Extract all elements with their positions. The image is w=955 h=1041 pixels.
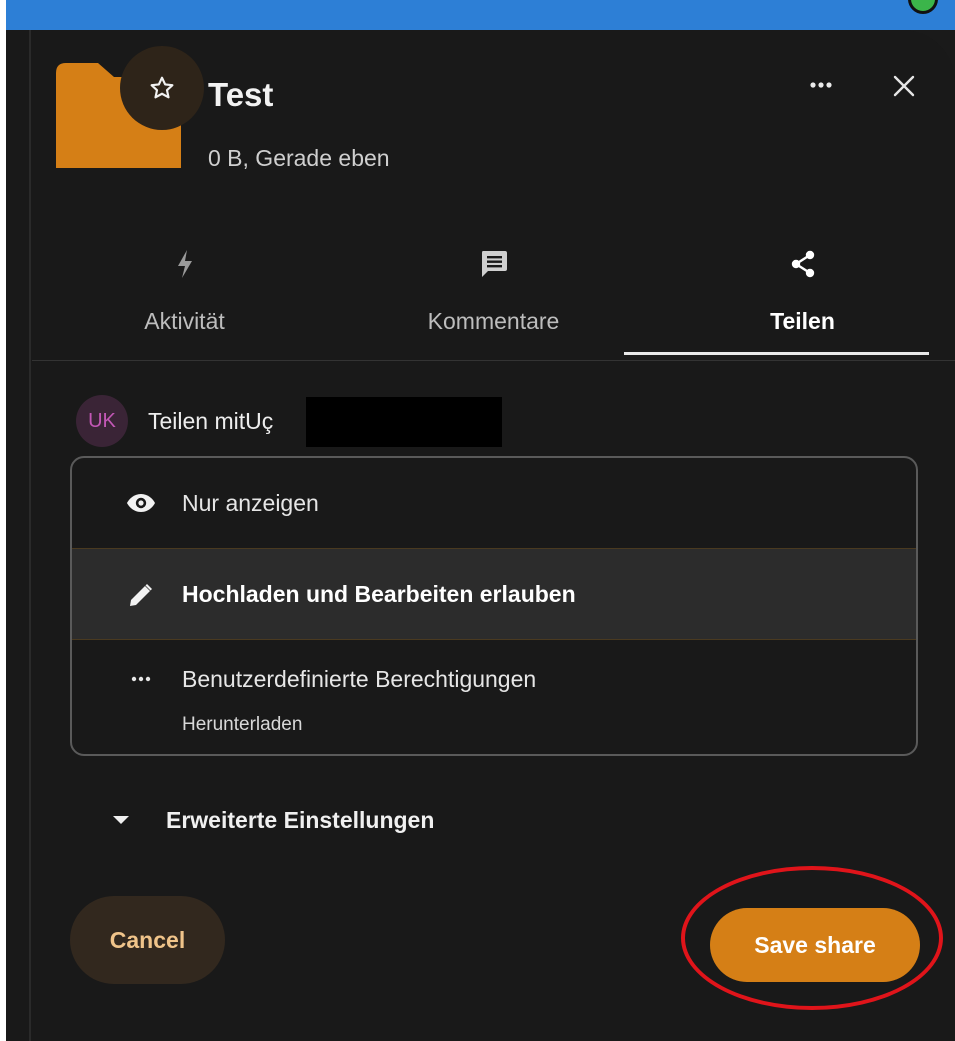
lightning-icon — [177, 250, 192, 278]
tab-sharing[interactable]: Teilen — [650, 235, 955, 360]
close-button[interactable] — [884, 66, 924, 106]
file-meta: 0 B, Gerade eben — [208, 145, 390, 171]
eye-icon — [127, 494, 155, 512]
permission-selector: Nur anzeigen Hochladen und Bearbeiten er… — [70, 456, 918, 756]
caret-down-icon — [113, 816, 129, 824]
advanced-settings-toggle[interactable]: Erweiterte Einstellungen — [106, 800, 434, 840]
file-title: Test — [208, 76, 274, 113]
active-tab-indicator — [624, 352, 929, 355]
permission-upload-edit-label: Hochladen und Bearbeiten erlauben — [182, 581, 576, 607]
tab-activity-label: Aktivität — [144, 308, 225, 334]
permission-custom-sublabel: Herunterladen — [182, 714, 303, 735]
save-share-button[interactable]: Save share — [710, 908, 920, 982]
background-window-strip — [0, 0, 955, 30]
panel-divider — [29, 30, 31, 1041]
avatar: UK — [76, 395, 128, 447]
share-recipient-label: Teilen mitUç — [148, 407, 274, 434]
star-icon — [150, 76, 174, 99]
permission-custom[interactable]: Benutzerdefinierte Berechtigungen Herunt… — [72, 640, 916, 754]
comment-icon — [481, 251, 507, 277]
tab-comments-label: Kommentare — [427, 308, 560, 334]
cancel-button[interactable]: Cancel — [70, 896, 225, 984]
share-icon — [791, 250, 814, 278]
close-icon — [893, 75, 915, 97]
share-recipient: UK Teilen mitUç — [76, 395, 273, 447]
favorite-button[interactable] — [120, 46, 204, 130]
redacted-name — [306, 397, 502, 447]
sharing-sidebar-panel: Test 0 B, Gerade eben Aktivität Kommenta… — [6, 30, 955, 1041]
tab-comments[interactable]: Kommentare — [337, 235, 650, 360]
sidebar-tabs: Aktivität Kommentare Teilen — [32, 235, 955, 361]
more-actions-button[interactable] — [797, 68, 845, 102]
permission-view-only[interactable]: Nur anzeigen — [72, 458, 916, 548]
pencil-icon — [130, 584, 152, 606]
permission-custom-label: Benutzerdefinierte Berechtigungen — [182, 666, 537, 692]
permission-view-only-label: Nur anzeigen — [182, 490, 319, 516]
more-horizontal-icon — [131, 676, 151, 682]
tab-sharing-label: Teilen — [770, 308, 835, 334]
more-horizontal-icon — [810, 82, 832, 88]
tab-activity[interactable]: Aktivität — [32, 235, 337, 360]
advanced-settings-label: Erweiterte Einstellungen — [166, 806, 435, 833]
permission-upload-edit[interactable]: Hochladen und Bearbeiten erlauben — [72, 548, 916, 640]
